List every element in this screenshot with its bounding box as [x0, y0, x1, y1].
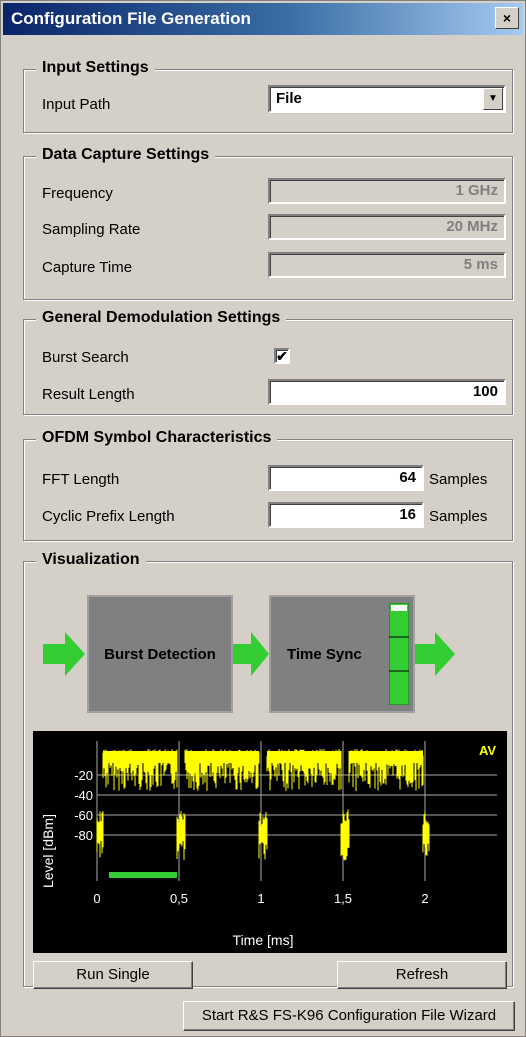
capture-settings-legend: Data Capture Settings	[36, 146, 216, 164]
capture-plot: AV Level [dBm] Time [ms] -20 -40 -60 -80 0 0,…	[33, 731, 507, 953]
gap-trace	[258, 812, 268, 860]
refresh-button[interactable]: Refresh	[337, 961, 507, 989]
fft-length-unit: Samples	[429, 471, 488, 488]
burst-body	[267, 751, 341, 763]
gap-trace	[422, 811, 430, 856]
y-tick-label: -80	[74, 828, 93, 843]
window-title: Configuration File Generation	[11, 9, 251, 28]
trace-label: AV	[479, 743, 496, 758]
x-tick-label: 2	[421, 891, 428, 906]
input-path-label: Input Path	[42, 96, 111, 113]
time-sync-block: Time Sync	[269, 595, 415, 713]
burst-search-label: Burst Search	[42, 349, 129, 366]
ofdm-legend: OFDM Symbol Characteristics	[36, 429, 278, 447]
burst-body	[185, 751, 259, 763]
input-path-value: File	[276, 90, 302, 107]
time-sync-label: Time Sync	[287, 645, 362, 663]
sync-level-indicator	[389, 603, 409, 705]
flow-arrow-icon	[233, 632, 269, 676]
cyclic-prefix-label: Cyclic Prefix Length	[42, 508, 175, 525]
gap-trace	[176, 811, 186, 860]
demod-settings-legend: General Demodulation Settings	[36, 309, 287, 327]
cyclic-prefix-field[interactable]: 16	[268, 502, 424, 528]
close-button[interactable]: ×	[495, 7, 519, 29]
y-axis-label: Level [dBm]	[40, 814, 56, 888]
x-tick-label: 1,5	[334, 891, 352, 906]
flow-arrow-icon	[43, 632, 85, 676]
x-tick-label: 1	[257, 891, 264, 906]
y-tick-label: -20	[74, 768, 93, 783]
start-wizard-button[interactable]: Start R&S FS-K96 Configuration File Wiza…	[183, 1001, 515, 1031]
sampling-rate-label: Sampling Rate	[42, 221, 141, 238]
burst-body	[103, 751, 177, 763]
x-tick-label: 0	[93, 891, 100, 906]
x-axis-label: Time [ms]	[233, 932, 294, 948]
burst-detection-label: Burst Detection	[104, 645, 216, 663]
capture-settings-group: Data Capture Settings Frequency 1 GHz Sa…	[23, 146, 513, 300]
sampling-rate-field[interactable]: 20 MHz	[268, 214, 506, 240]
y-tick-label: -60	[74, 808, 93, 823]
burst-search-checkbox[interactable]: ✔	[274, 348, 290, 364]
demod-settings-group: General Demodulation Settings Burst Sear…	[23, 309, 513, 415]
visualization-legend: Visualization	[36, 551, 146, 569]
config-window: Configuration File Generation × Input Se…	[0, 0, 526, 1037]
ofdm-group: OFDM Symbol Characteristics FFT Length 6…	[23, 429, 513, 541]
burst-detection-block: Burst Detection	[87, 595, 233, 713]
burst-body	[349, 751, 423, 763]
chevron-down-icon[interactable]: ▼	[483, 88, 503, 110]
plot-ticks: -20 -40 -60 -80 0 0,5 1 1,5 2	[74, 768, 428, 906]
capture-plot-svg: AV Level [dBm] Time [ms] -20 -40 -60 -80 0 0,…	[40, 741, 497, 948]
y-tick-label: -40	[74, 788, 93, 803]
gap-trace	[340, 809, 350, 861]
input-settings-legend: Input Settings	[36, 59, 155, 77]
fft-length-field[interactable]: 64	[268, 465, 424, 491]
input-path-select[interactable]: File ▼	[268, 85, 506, 113]
plot-trace	[96, 749, 430, 878]
result-length-field[interactable]: 100	[268, 379, 506, 405]
frequency-field[interactable]: 1 GHz	[268, 178, 506, 204]
flow-arrow-icon	[415, 632, 455, 676]
title-bar[interactable]: Configuration File Generation ×	[3, 3, 523, 35]
frequency-label: Frequency	[42, 185, 113, 202]
x-tick-label: 0,5	[170, 891, 188, 906]
input-settings-group: Input Settings Input Path File ▼	[23, 59, 513, 133]
fft-length-label: FFT Length	[42, 471, 120, 488]
gap-trace	[96, 811, 104, 858]
run-single-button[interactable]: Run Single	[33, 961, 193, 989]
capture-time-label: Capture Time	[42, 259, 133, 276]
cyclic-prefix-unit: Samples	[429, 508, 488, 525]
detected-region-marker	[109, 872, 177, 878]
capture-time-field[interactable]: 5 ms	[268, 252, 506, 278]
result-length-label: Result Length	[42, 386, 135, 403]
